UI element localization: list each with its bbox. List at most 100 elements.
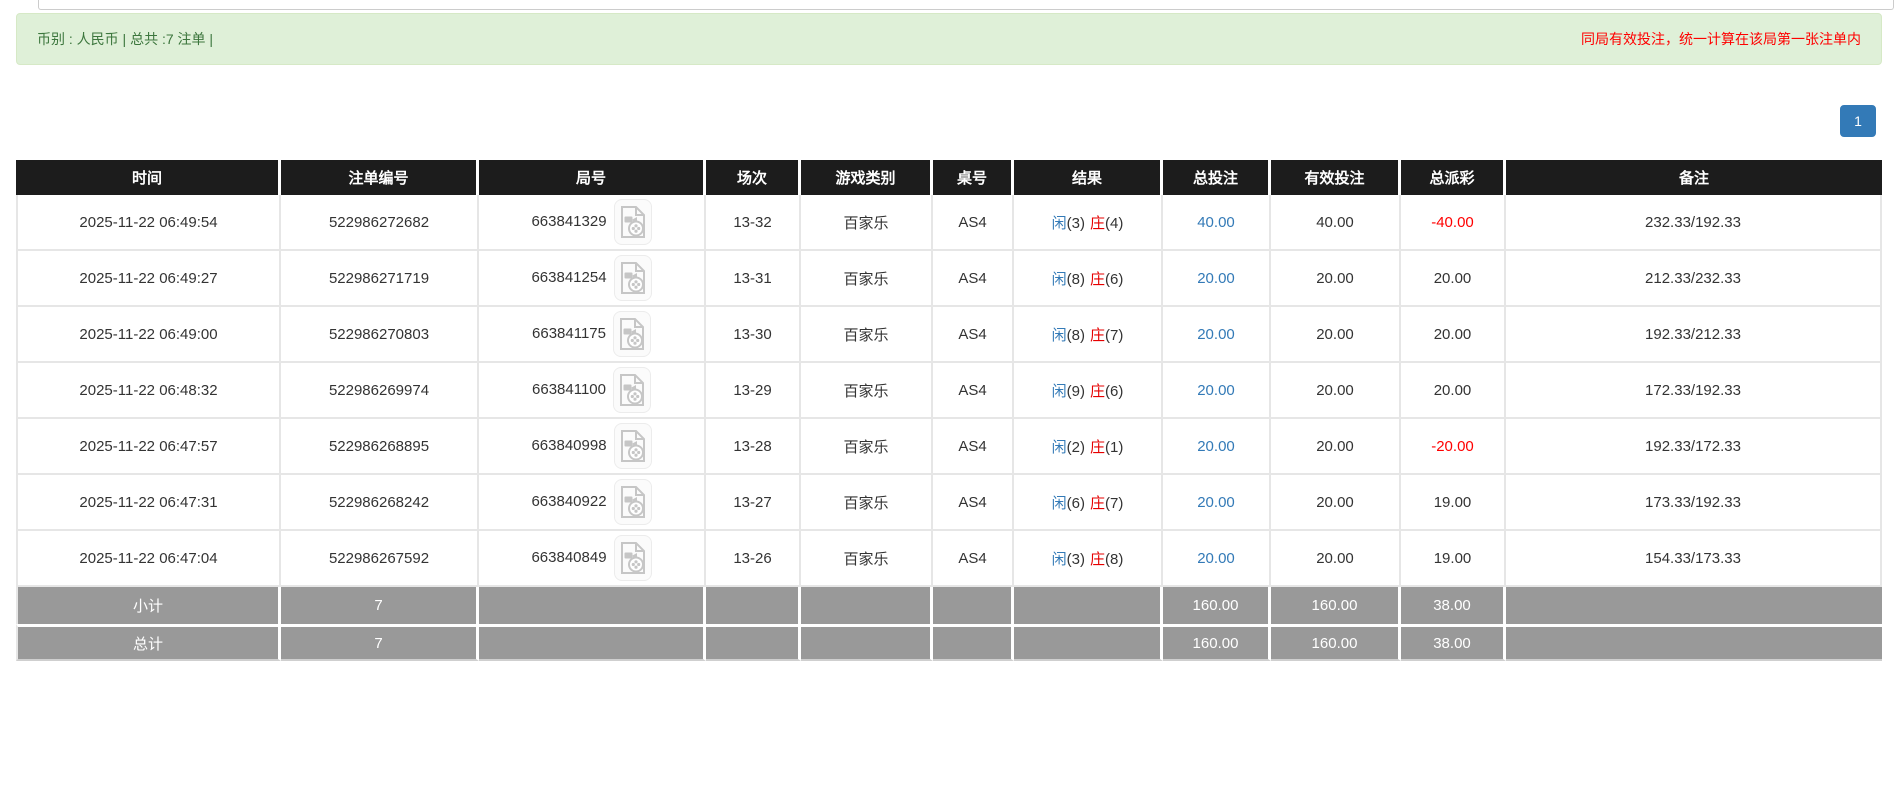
payout-value: -20.00	[1431, 438, 1474, 455]
cell-time: 2025-11-22 06:47:31	[16, 475, 281, 531]
result-player-label: 闲	[1052, 495, 1067, 512]
payout-value: 20.00	[1434, 382, 1472, 399]
total-bet-link[interactable]: 20.00	[1197, 326, 1235, 343]
cell-game-type: 百家乐	[801, 195, 933, 251]
header-round-id: 局号	[479, 160, 706, 195]
header-session: 场次	[706, 160, 801, 195]
cell-valid-bet: 20.00	[1271, 307, 1401, 363]
result-player-score: (9)	[1067, 383, 1085, 400]
table-row: 2025-11-22 06:49:27 522986271719 6638412…	[16, 251, 1882, 307]
video-replay-icon[interactable]	[614, 479, 652, 525]
pagination: 1	[0, 105, 1876, 137]
cell-payout: 19.00	[1401, 531, 1506, 587]
result-player-score: (3)	[1067, 551, 1085, 568]
cell-game-type: 百家乐	[801, 419, 933, 475]
cell-total-bet: 20.00	[1163, 307, 1271, 363]
table-row: 2025-11-22 06:49:00 522986270803 6638411…	[16, 307, 1882, 363]
video-replay-icon[interactable]	[613, 311, 651, 357]
notice-text: 同局有效投注，统一计算在该局第一张注单内	[1581, 29, 1861, 49]
header-row: 时间 注单编号 局号 场次 游戏类别 桌号 结果 总投注 有效投注 总派彩 备注	[16, 160, 1882, 195]
result-player-label: 闲	[1052, 551, 1067, 568]
video-replay-icon[interactable]	[614, 199, 652, 245]
cell-remark: 212.33/232.33	[1506, 251, 1882, 307]
cell-valid-bet: 40.00	[1271, 195, 1401, 251]
header-table-no: 桌号	[933, 160, 1014, 195]
cell-time: 2025-11-22 06:49:27	[16, 251, 281, 307]
video-replay-icon[interactable]	[614, 255, 652, 301]
subtotal-row: 小计 7 160.00 160.00 38.00	[16, 587, 1882, 624]
total-bet-link[interactable]: 20.00	[1197, 382, 1235, 399]
total-row: 总计 7 160.00 160.00 38.00	[16, 624, 1882, 661]
cell-payout: -40.00	[1401, 195, 1506, 251]
cell-payout: 20.00	[1401, 363, 1506, 419]
table-row: 2025-11-22 06:47:04 522986267592 6638408…	[16, 531, 1882, 587]
total-count: 7	[281, 624, 479, 661]
result-banker-label: 庄	[1090, 327, 1105, 344]
cell-valid-bet: 20.00	[1271, 363, 1401, 419]
cell-remark: 154.33/173.33	[1506, 531, 1882, 587]
total-label: 总计	[16, 624, 281, 661]
cell-game-type: 百家乐	[801, 475, 933, 531]
subtotal-total-bet: 160.00	[1163, 587, 1271, 624]
header-total-bet: 总投注	[1163, 160, 1271, 195]
cell-result: 闲(3)庄(4)	[1014, 195, 1163, 251]
cell-table-no: AS4	[933, 475, 1014, 531]
payout-value: 20.00	[1434, 270, 1472, 287]
result-banker-label: 庄	[1090, 495, 1105, 512]
cell-table-no: AS4	[933, 419, 1014, 475]
result-player-score: (6)	[1067, 495, 1085, 512]
subtotal-label: 小计	[16, 587, 281, 624]
total-bet-link[interactable]: 20.00	[1197, 494, 1235, 511]
cell-bet-id: 522986269974	[281, 363, 479, 419]
result-player-label: 闲	[1052, 271, 1067, 288]
cell-session: 13-26	[706, 531, 801, 587]
result-banker-label: 庄	[1090, 383, 1105, 400]
bets-table: 时间 注单编号 局号 场次 游戏类别 桌号 结果 总投注 有效投注 总派彩 备注…	[16, 160, 1882, 661]
cell-valid-bet: 20.00	[1271, 475, 1401, 531]
header-result: 结果	[1014, 160, 1163, 195]
cell-valid-bet: 20.00	[1271, 251, 1401, 307]
cell-remark: 192.33/212.33	[1506, 307, 1882, 363]
cell-result: 闲(8) 庄(7)	[1014, 307, 1163, 363]
video-replay-icon[interactable]	[614, 423, 652, 469]
table-row: 2025-11-22 06:47:57 522986268895 6638409…	[16, 419, 1882, 475]
round-id-text: 663840998	[531, 437, 606, 454]
cell-time: 2025-11-22 06:47:57	[16, 419, 281, 475]
video-replay-icon[interactable]	[613, 367, 651, 413]
cell-total-bet: 20.00	[1163, 419, 1271, 475]
result-banker-score: (7)	[1105, 327, 1123, 344]
result-player-score: (3)	[1067, 215, 1085, 232]
cell-result: 闲(8)庄(6)	[1014, 251, 1163, 307]
result-banker-score: (6)	[1105, 271, 1123, 288]
cell-result: 闲(6)庄(7)	[1014, 475, 1163, 531]
total-bet-link[interactable]: 20.00	[1197, 550, 1235, 567]
total-bet-link[interactable]: 40.00	[1197, 214, 1235, 231]
payout-value: 20.00	[1434, 326, 1472, 343]
total-bet-link[interactable]: 20.00	[1197, 438, 1235, 455]
cell-payout: 20.00	[1401, 307, 1506, 363]
cell-bet-id: 522986271719	[281, 251, 479, 307]
result-player-score: (8)	[1067, 327, 1085, 344]
cell-bet-id: 522986267592	[281, 531, 479, 587]
round-id-text: 663840922	[531, 493, 606, 510]
result-banker-label: 庄	[1090, 215, 1105, 232]
round-id-text: 663841100	[532, 381, 606, 398]
result-banker-score: (4)	[1105, 215, 1123, 232]
table-row: 2025-11-22 06:47:31 522986268242 6638409…	[16, 475, 1882, 531]
result-player-label: 闲	[1052, 327, 1067, 344]
result-banker-label: 庄	[1090, 271, 1105, 288]
result-player-score: (2)	[1067, 439, 1085, 456]
cell-time: 2025-11-22 06:49:00	[16, 307, 281, 363]
total-bet-link[interactable]: 20.00	[1197, 270, 1235, 287]
cell-round-id: 663840849	[479, 531, 706, 587]
cell-valid-bet: 20.00	[1271, 419, 1401, 475]
cell-table-no: AS4	[933, 307, 1014, 363]
video-replay-icon[interactable]	[614, 535, 652, 581]
cell-total-bet: 20.00	[1163, 531, 1271, 587]
header-remark: 备注	[1506, 160, 1882, 195]
page-1-button[interactable]: 1	[1840, 105, 1876, 137]
payout-value: 19.00	[1434, 550, 1472, 567]
cell-round-id: 663840922	[479, 475, 706, 531]
cell-round-id: 663841175	[479, 307, 706, 363]
round-id-text: 663841254	[531, 269, 606, 286]
